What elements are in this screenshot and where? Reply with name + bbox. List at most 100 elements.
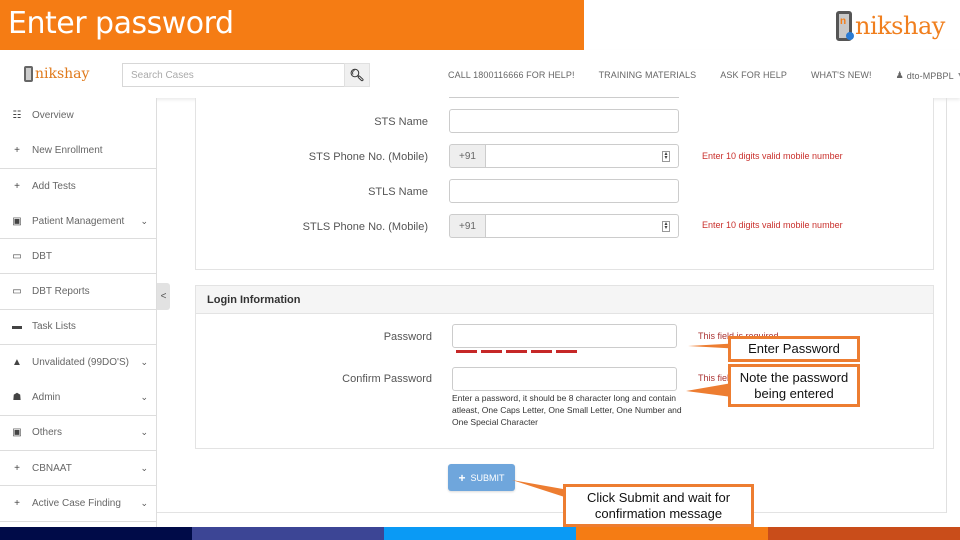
sidebar-item-label: CBNAAT	[32, 462, 72, 474]
password-input[interactable]	[452, 324, 677, 348]
sidebar-item-label: Others	[32, 427, 63, 439]
plus-icon: +	[14, 180, 20, 192]
confirm-password-input[interactable]	[452, 367, 677, 391]
chevron-down-icon: ⌄	[140, 215, 148, 226]
password-hint: Enter a password, it should be 8 charact…	[452, 393, 682, 427]
number-spinner-icon[interactable]: ▴ ▾	[662, 151, 670, 162]
color-bar-segment	[192, 527, 384, 540]
sidebar-item-patient-management[interactable]: ▣ Patient Management ⌄	[0, 204, 156, 240]
sidebar-item-label: Admin	[32, 392, 61, 404]
login-information-heading: Login Information	[196, 286, 933, 314]
stls-phone-label: STLS Phone No. (Mobile)	[302, 221, 428, 233]
sts-phone-input[interactable]: ▴ ▾	[485, 144, 679, 168]
nav-call-help[interactable]: CALL 1800116666 FOR HELP!	[448, 70, 575, 81]
chevron-down-icon: ⌄	[140, 427, 148, 438]
money-icon: ▭	[12, 286, 22, 298]
user-name: dto-MPBPL	[906, 70, 954, 81]
sts-name-label: STS Name	[374, 116, 428, 128]
chevron-left-icon: <	[160, 291, 167, 302]
sidebar-item-label: Active Case Finding	[32, 497, 121, 509]
money-icon: ▭	[12, 250, 22, 262]
slide-title-banner: Enter password	[0, 0, 584, 50]
plus-icon: +	[14, 144, 20, 156]
chevron-down-icon: ⌄	[140, 497, 148, 508]
sidebar-item-new-enrollment[interactable]: + New Enrollment	[0, 133, 156, 169]
stls-name-input[interactable]	[449, 179, 679, 203]
search-input[interactable]	[131, 70, 336, 81]
sidebar-item-admin[interactable]: ☗ Admin ⌄	[0, 380, 156, 416]
submit-label: SUBMIT	[470, 472, 505, 483]
color-bar-segment	[384, 527, 576, 540]
briefcase-icon: ▣	[12, 427, 22, 439]
confirm-password-label: Confirm Password	[342, 373, 432, 385]
callout-note-password: Note the password being entered	[728, 364, 860, 407]
stls-phone-prefix: +91	[449, 214, 485, 238]
color-bar-segment	[768, 527, 960, 540]
nav-training-materials[interactable]: TRAINING MATERIALS	[599, 70, 697, 81]
sidebar-item-overview[interactable]: ☷ Overview	[0, 98, 156, 133]
sidebar-item-label: Add Tests	[32, 180, 76, 192]
phone-icon: n	[836, 11, 854, 41]
user-icon: ☗	[12, 392, 22, 404]
sidebar-item-label: Patient Management	[32, 215, 125, 227]
slide-title: Enter password	[8, 6, 234, 41]
divider	[157, 512, 946, 513]
number-spinner-icon[interactable]: ▴ ▾	[662, 221, 670, 232]
phone-icon	[24, 66, 33, 82]
briefcase-icon: ▣	[12, 215, 22, 227]
sidebar-item-label: New Enrollment	[32, 144, 103, 156]
sts-phone-error: Enter 10 digits valid mobile number	[702, 151, 843, 161]
sidebar-item-dbt[interactable]: ▭ DBT	[0, 239, 156, 275]
sidebar-item-add-tests[interactable]: + Add Tests	[0, 169, 156, 204]
app-logo[interactable]: nikshay	[24, 66, 89, 82]
callout-submit: Click Submit and wait for confirmation m…	[563, 484, 754, 527]
plus-icon: +	[14, 497, 20, 509]
plus-icon: +	[458, 470, 466, 485]
stls-name-label: STLS Name	[368, 186, 428, 198]
stls-phone-error: Enter 10 digits valid mobile number	[702, 220, 843, 230]
warning-icon: ▲	[12, 357, 22, 369]
sidebar-item-label: Overview	[32, 110, 74, 122]
color-bar-segment	[0, 527, 192, 540]
nikshay-brand-logo: n nikshay	[836, 8, 956, 44]
sidebar-item-cbnaat[interactable]: + CBNAAT ⌄	[0, 451, 156, 487]
sidebar-item-unvalidated-99do-s[interactable]: ▲ Unvalidated (99DO'S) ⌄	[0, 345, 156, 380]
sidebar-item-label: Task Lists	[32, 321, 76, 333]
user-menu[interactable]: ♟ dto-MPBPL ▼	[896, 70, 960, 81]
sidebar-item-dbt-reports[interactable]: ▭ DBT Reports	[0, 274, 156, 310]
sidebar-item-label: DBT Reports	[32, 286, 90, 298]
app-header: nikshay 🔍︎ CALL 1800116666 FOR HELP! TRA…	[0, 50, 960, 98]
sidebar: ☷ Overview + New Enrollment + Add Tests ▣ Patie…	[0, 98, 157, 528]
chevron-down-icon: ⌄	[140, 357, 148, 368]
sidebar-item-others[interactable]: ▣ Others ⌄	[0, 416, 156, 451]
callout-enter-password: Enter Password	[728, 336, 860, 362]
color-bar-segment	[576, 527, 768, 540]
top-nav: CALL 1800116666 FOR HELP! TRAINING MATER…	[448, 70, 960, 81]
chevron-down-icon: ⌄	[140, 462, 148, 473]
search-icon: 🔍︎	[349, 68, 365, 82]
sidebar-item-active-case-finding[interactable]: + Active Case Finding ⌄	[0, 486, 156, 522]
slide-footer-color-bar	[0, 527, 960, 540]
sts-name-input[interactable]	[449, 109, 679, 133]
sidebar-item-task-lists[interactable]: ▬ Task Lists	[0, 310, 156, 346]
list-icon: ▬	[12, 321, 22, 333]
password-strength-indicator	[456, 350, 580, 353]
user-icon: ♟	[895, 70, 904, 80]
previous-field-edge	[449, 97, 679, 98]
submit-button[interactable]: + SUBMIT	[448, 464, 515, 491]
stls-phone-input[interactable]: ▴ ▾	[485, 214, 679, 238]
sts-phone-label: STS Phone No. (Mobile)	[308, 151, 428, 163]
nav-whats-new[interactable]: WHAT'S NEW!	[811, 70, 872, 81]
dashboard-icon: ☷	[12, 110, 22, 122]
divider	[946, 98, 947, 513]
plus-icon: +	[14, 462, 20, 474]
pointer-hand-icon	[846, 32, 854, 40]
nav-ask-for-help[interactable]: ASK FOR HELP	[720, 70, 787, 81]
sts-phone-prefix: +91	[449, 144, 485, 168]
sidebar-item-label: Unvalidated (99DO'S)	[32, 357, 129, 369]
chevron-down-icon: ⌄	[140, 392, 148, 403]
search-cases-field	[122, 63, 344, 87]
sidebar-collapse-button[interactable]: <	[157, 283, 170, 310]
search-button[interactable]: 🔍︎	[344, 63, 370, 87]
brand-wordmark: nikshay	[855, 12, 945, 40]
